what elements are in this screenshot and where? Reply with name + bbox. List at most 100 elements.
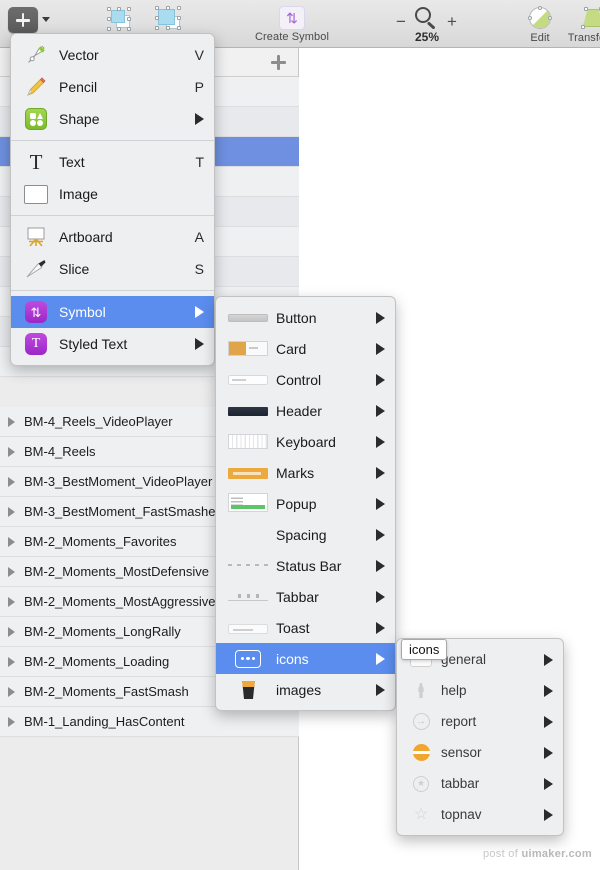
keyboard-thumb-icon bbox=[228, 434, 268, 449]
toast-thumb-icon bbox=[228, 624, 268, 634]
disclosure-triangle-icon[interactable] bbox=[8, 597, 15, 607]
icons-tooltip: icons bbox=[401, 639, 447, 660]
icons-submenu-item-topnav[interactable]: ☆ topnav bbox=[397, 799, 563, 830]
submenu-item-label: Keyboard bbox=[276, 434, 366, 450]
pencil-icon bbox=[23, 75, 49, 99]
marks-thumb-icon bbox=[228, 468, 268, 479]
transform-label: Transform bbox=[562, 32, 600, 44]
submenu-item-header[interactable]: Header bbox=[216, 395, 395, 426]
disclosure-triangle-icon[interactable] bbox=[8, 627, 15, 637]
menu-item-label: Slice bbox=[59, 261, 185, 277]
create-symbol-button[interactable]: ⇅ Create Symbol bbox=[250, 6, 334, 43]
chevron-right-icon bbox=[376, 312, 385, 324]
zoom-out-button[interactable]: − bbox=[396, 13, 406, 30]
submenu-item-control[interactable]: Control bbox=[216, 364, 395, 395]
menu-item-image[interactable]: Image bbox=[11, 178, 214, 210]
menu-item-vector[interactable]: Vector V bbox=[11, 39, 214, 71]
disclosure-triangle-icon[interactable] bbox=[8, 567, 15, 577]
menu-item-styled-text[interactable]: T Styled Text bbox=[11, 328, 214, 360]
chevron-right-icon bbox=[376, 684, 385, 696]
zoom-loupe-icon[interactable] bbox=[413, 6, 439, 32]
disclosure-triangle-icon[interactable] bbox=[8, 537, 15, 547]
menu-item-slice[interactable]: Slice S bbox=[11, 253, 214, 285]
person-icon bbox=[409, 680, 433, 702]
button-thumb-icon bbox=[228, 314, 268, 322]
submenu-item-keyboard[interactable]: Keyboard bbox=[216, 426, 395, 457]
icons-submenu-item-help[interactable]: help bbox=[397, 675, 563, 706]
ungroup-shapes-icon[interactable] bbox=[150, 6, 196, 36]
layer-label: BM-4_Reels bbox=[24, 444, 96, 459]
popup-thumb-icon bbox=[228, 493, 268, 512]
menu-item-shortcut: A bbox=[195, 229, 204, 245]
group-shapes-icon[interactable] bbox=[103, 6, 149, 36]
image-icon bbox=[23, 182, 49, 206]
menu-item-text[interactable]: T Text T bbox=[11, 146, 214, 178]
watermark: post of uimaker.com bbox=[483, 848, 592, 860]
submenu-item-toast[interactable]: Toast bbox=[216, 612, 395, 643]
zoom-level-value: 25% bbox=[400, 30, 454, 44]
disclosure-triangle-icon[interactable] bbox=[8, 717, 15, 727]
menu-separator bbox=[11, 290, 214, 291]
submenu-item-card[interactable]: Card bbox=[216, 333, 395, 364]
artboard-icon bbox=[23, 225, 49, 249]
menu-item-artboard[interactable]: Artboard A bbox=[11, 221, 214, 253]
submenu-item-label: Marks bbox=[276, 465, 366, 481]
layer-label: BM-1_Landing_HasContent bbox=[24, 714, 184, 729]
submenu-item-images[interactable]: images bbox=[216, 674, 395, 705]
submenu-item-label: Toast bbox=[276, 620, 366, 636]
disclosure-triangle-icon[interactable] bbox=[8, 477, 15, 487]
table-row[interactable]: BM-1_Landing_HasContent bbox=[0, 707, 299, 737]
submenu-item-label: Popup bbox=[276, 496, 366, 512]
menu-item-shortcut: V bbox=[195, 47, 204, 63]
disclosure-triangle-icon[interactable] bbox=[8, 447, 15, 457]
styled-text-icon: T bbox=[23, 332, 49, 356]
icons-submenu-item-tabbar[interactable]: ★ tabbar bbox=[397, 768, 563, 799]
transform-button[interactable]: Transform bbox=[562, 5, 600, 44]
zoom-in-button[interactable]: + bbox=[447, 13, 457, 30]
icons-submenu-item-label: topnav bbox=[441, 807, 534, 822]
chevron-right-icon bbox=[195, 113, 204, 125]
chevron-right-icon bbox=[376, 622, 385, 634]
add-page-icon[interactable] bbox=[271, 55, 286, 70]
menu-item-label: Text bbox=[59, 154, 185, 170]
symbol-icon: ⇅ bbox=[23, 300, 49, 324]
chevron-right-icon bbox=[376, 436, 385, 448]
icons-submenu-item-label: general bbox=[441, 652, 534, 667]
menu-item-label: Styled Text bbox=[59, 336, 185, 352]
pen-icon bbox=[23, 43, 49, 67]
icons-submenu-item-label: report bbox=[441, 714, 534, 729]
edit-button[interactable]: Edit bbox=[518, 5, 562, 44]
chevron-right-icon bbox=[544, 716, 553, 728]
menu-item-label: Shape bbox=[59, 111, 185, 127]
submenu-item-button[interactable]: Button bbox=[216, 302, 395, 333]
submenu-item-status-bar[interactable]: Status Bar bbox=[216, 550, 395, 581]
submenu-item-tabbar[interactable]: Tabbar bbox=[216, 581, 395, 612]
submenu-item-icons[interactable]: icons bbox=[216, 643, 395, 674]
icons-submenu-item-sensor[interactable]: sensor bbox=[397, 737, 563, 768]
menu-item-pencil[interactable]: Pencil P bbox=[11, 71, 214, 103]
chevron-right-icon bbox=[376, 591, 385, 603]
disclosure-triangle-icon[interactable] bbox=[8, 657, 15, 667]
chevron-right-icon bbox=[376, 467, 385, 479]
menu-item-label: Symbol bbox=[59, 304, 185, 320]
menu-item-label: Vector bbox=[59, 47, 185, 63]
menu-item-shape[interactable]: Shape bbox=[11, 103, 214, 135]
disclosure-triangle-icon[interactable] bbox=[8, 687, 15, 697]
submenu-item-spacing[interactable]: Spacing bbox=[216, 519, 395, 550]
slice-icon bbox=[23, 257, 49, 281]
submenu-item-label: Header bbox=[276, 403, 366, 419]
submenu-item-label: Spacing bbox=[276, 527, 366, 543]
disclosure-triangle-icon[interactable] bbox=[8, 507, 15, 517]
add-layer-dropdown-caret[interactable] bbox=[42, 17, 50, 22]
menu-item-symbol[interactable]: ⇅ Symbol bbox=[11, 296, 214, 328]
star-icon: ☆ bbox=[409, 804, 433, 826]
arrow-circle-icon: → bbox=[409, 711, 433, 733]
create-symbol-icon: ⇅ bbox=[279, 6, 305, 30]
icons-submenu-item-report[interactable]: → report bbox=[397, 706, 563, 737]
disclosure-triangle-icon[interactable] bbox=[8, 417, 15, 427]
submenu-item-marks[interactable]: Marks bbox=[216, 457, 395, 488]
submenu-item-popup[interactable]: Popup bbox=[216, 488, 395, 519]
layer-label: BM-2_Moments_MostAggressive bbox=[24, 594, 215, 609]
add-layer-button[interactable] bbox=[8, 7, 38, 33]
layer-label: BM-3_BestMoment_VideoPlayer bbox=[24, 474, 212, 489]
